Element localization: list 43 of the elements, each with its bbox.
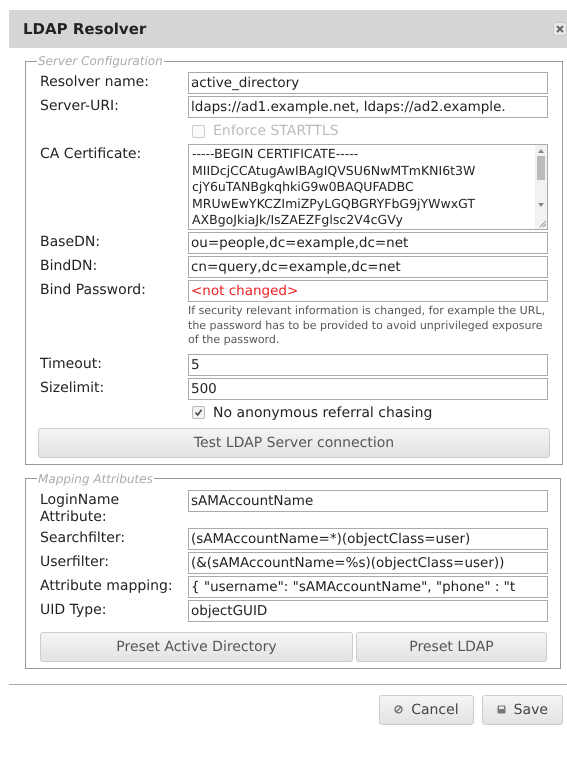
cancel-icon xyxy=(394,705,404,714)
input-field[interactable]: ou=people,dc=example,dc=net xyxy=(188,232,548,254)
field-label: BindDN: xyxy=(40,257,98,276)
floppy-icon xyxy=(496,705,506,714)
input-field[interactable]: cn=query,dc=example,dc=net xyxy=(188,256,548,278)
preset-button[interactable]: Preset LDAP xyxy=(356,632,547,662)
input-field[interactable]: 5 xyxy=(188,354,548,376)
field-label: CA Certificate: xyxy=(40,145,142,164)
field-label: LoginName Attribute: xyxy=(40,490,120,526)
test-connection-button[interactable]: Test LDAP Server connection xyxy=(38,428,550,458)
checkbox[interactable] xyxy=(192,406,205,419)
input-field[interactable]: ldaps://ad1.example.net, ldaps://ad2.example. xyxy=(188,96,548,118)
input-field[interactable]: { "username": "sAMAccountName", "phone" : "t xyxy=(188,576,548,598)
close-icon xyxy=(556,25,564,33)
field-label: Resolver name: xyxy=(40,73,150,92)
field-label: Bind Password: xyxy=(40,281,147,300)
field-label: Sizelimit: xyxy=(40,378,106,398)
field-label: UID Type: xyxy=(40,600,108,620)
input-field[interactable]: (&(sAMAccountName=%s)(objectClass=user)) xyxy=(188,552,548,574)
preset-button[interactable]: Preset Active Directory xyxy=(40,632,353,662)
field-label: Timeout: xyxy=(40,354,103,374)
input-field[interactable]: sAMAccountName xyxy=(188,490,548,512)
input-field[interactable]: <not changed> xyxy=(188,280,548,302)
cancel-button[interactable]: Cancel xyxy=(379,694,474,724)
scrollbar-drawing[interactable] xyxy=(535,145,547,229)
input-field[interactable]: objectGUID xyxy=(188,600,548,622)
save-button[interactable]: Save xyxy=(482,694,563,724)
fieldset-legend: Server Configuration xyxy=(37,54,164,68)
checkbox-label: Enforce STARTTLS xyxy=(213,123,339,139)
dialog-title: LDAP Resolver xyxy=(23,20,146,38)
field-label: BaseDN: xyxy=(40,233,102,252)
fieldset-legend: Mapping Attributes xyxy=(37,472,154,486)
checkbox-label: No anonymous referral chasing xyxy=(213,404,432,420)
certificate-textarea[interactable]: -----BEGIN CERTIFICATE----- MIIDcjCCAtugAwIBAgIQVSU6NwMTmKNI6t3W cjY6uTANBgkqhkiG9w0BAQUFADBC MRUwEwYKCZImiZPyLGQBGRYFbG9jYWwxGT AXBgoJkiaJk/IsZAEZFglsc2V4cGVy xyxy=(188,144,548,230)
field-label: Userfilter: xyxy=(40,552,110,572)
field-label: Attribute mapping: xyxy=(40,576,174,596)
input-field[interactable]: (sAMAccountName=*)(objectClass=user) xyxy=(188,528,548,550)
hint-text: If security relevant information is changed, for example the URL, the password has to be provided to avoid unprivileged exposure of the password. xyxy=(188,304,546,348)
input-field[interactable]: active_directory xyxy=(188,72,548,94)
field-label: Server-URI: xyxy=(40,97,120,116)
input-field[interactable]: 500 xyxy=(188,378,548,400)
field-label: Searchfilter: xyxy=(40,528,126,548)
close-button[interactable] xyxy=(553,22,567,36)
